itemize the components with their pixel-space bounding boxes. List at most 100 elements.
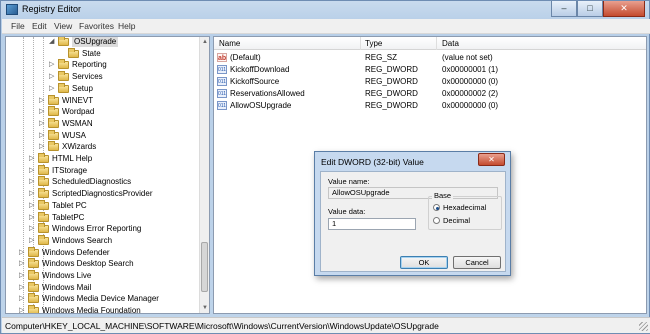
dialog-close-button[interactable]: ✕ <box>478 153 505 166</box>
tree-node[interactable]: ▷ Windows Media Foundation <box>6 305 196 313</box>
tree-node-label[interactable]: Setup <box>72 84 93 94</box>
tree-node-label[interactable]: Windows Live <box>42 271 91 281</box>
tree-node-label[interactable]: ScheduledDiagnostics <box>52 177 131 187</box>
tree-node[interactable]: ▷ Windows Media Device Manager <box>6 293 196 305</box>
tree-node-label[interactable]: XWizards <box>62 142 96 152</box>
collapsed-arrow-icon[interactable]: ▷ <box>49 85 56 93</box>
collapsed-arrow-icon[interactable]: ▷ <box>19 284 26 292</box>
tree-node[interactable]: ▷ ScheduledDiagnostics <box>6 176 196 188</box>
maximize-button[interactable]: □ <box>577 1 603 17</box>
tree-node[interactable]: ▷ HTML Help <box>6 153 196 165</box>
collapsed-arrow-icon[interactable]: ▷ <box>29 237 36 245</box>
tree-node[interactable]: ▷ ITStorage <box>6 164 196 177</box>
collapsed-arrow-icon[interactable]: ▷ <box>39 97 46 105</box>
tree-node[interactable]: ▷ Windows Search <box>6 234 196 247</box>
title-bar[interactable]: Registry Editor – □ ✕ <box>1 1 649 19</box>
tree-node[interactable]: ▷ ScriptedDiagnosticsProvider <box>6 188 196 200</box>
hexadecimal-label[interactable]: Hexadecimal <box>443 203 486 212</box>
menu-favorites[interactable]: Favorites <box>79 21 114 31</box>
value-data-input[interactable]: 1 <box>328 218 416 230</box>
collapsed-arrow-icon[interactable]: ▷ <box>29 225 36 233</box>
collapsed-arrow-icon[interactable]: ▷ <box>39 108 46 116</box>
tree-node-label[interactable]: WINEVT <box>62 96 93 106</box>
tree-vertical-scrollbar[interactable]: ▲ ▼ <box>199 37 209 313</box>
registry-value-row[interactable]: 011 ReservationsAllowed REG_DWORD 0x0000000… <box>214 88 646 100</box>
column-header-data[interactable]: Data <box>442 39 459 48</box>
resize-grip-icon[interactable] <box>639 322 648 331</box>
tree-node-label[interactable]: Windows Error Reporting <box>52 224 141 234</box>
minimize-button[interactable]: – <box>551 1 577 17</box>
column-header-name[interactable]: Name <box>219 39 240 48</box>
column-divider[interactable] <box>436 37 437 50</box>
tree-node-label[interactable]: HTML Help <box>52 154 92 164</box>
scroll-down-arrow-icon[interactable]: ▼ <box>200 303 209 313</box>
tree-node-label[interactable]: Windows Search <box>52 236 112 246</box>
tree-node[interactable]: ▷ WUSA <box>6 129 196 142</box>
tree-node[interactable]: ▷ WINEVT <box>6 94 196 107</box>
collapsed-arrow-icon[interactable]: ▷ <box>39 143 46 151</box>
registry-value-row[interactable]: 011 KickoffSource REG_DWORD 0x00000000 (0) <box>214 76 646 88</box>
tree-node[interactable]: ▷ XWizards <box>6 141 196 153</box>
collapsed-arrow-icon[interactable]: ▷ <box>19 260 26 268</box>
collapsed-arrow-icon[interactable]: ▷ <box>49 61 56 69</box>
tree-node-label[interactable]: ITStorage <box>52 166 87 176</box>
tree-node[interactable]: ▷ Windows Live <box>6 270 196 282</box>
tree-node[interactable]: ▷ Reporting <box>6 59 196 71</box>
collapsed-arrow-icon[interactable]: ▷ <box>39 132 46 140</box>
scroll-up-arrow-icon[interactable]: ▲ <box>200 37 209 47</box>
tree-node-label[interactable]: Windows Mail <box>42 283 91 293</box>
tree-node[interactable]: State <box>6 47 196 60</box>
tree-node[interactable]: ▷ Services <box>6 71 196 83</box>
collapsed-arrow-icon[interactable]: ▷ <box>29 167 36 175</box>
tree-node[interactable]: ◢ OSUpgrade <box>6 37 196 48</box>
collapsed-arrow-icon[interactable]: ▷ <box>49 73 56 81</box>
registry-value-row[interactable]: ab (Default) REG_SZ (value not set) <box>214 52 646 64</box>
ok-button[interactable]: OK <box>400 256 448 269</box>
menu-file[interactable]: File <box>11 21 25 31</box>
collapsed-arrow-icon[interactable]: ▷ <box>29 155 36 163</box>
tree-node[interactable]: ▷ Windows Defender <box>6 246 196 259</box>
menu-help[interactable]: Help <box>118 21 135 31</box>
tree-node-label[interactable]: Windows Media Device Manager <box>42 294 159 304</box>
tree-node[interactable]: ▷ Setup <box>6 82 196 95</box>
tree-node-label[interactable]: Windows Defender <box>42 248 110 258</box>
cancel-button[interactable]: Cancel <box>453 256 501 269</box>
registry-value-row[interactable]: 011 AllowOSUpgrade REG_DWORD 0x00000000 (0) <box>214 100 646 112</box>
scroll-thumb[interactable] <box>201 242 208 292</box>
tree-node[interactable]: ▷ Windows Mail <box>6 281 196 294</box>
expanded-arrow-icon[interactable]: ◢ <box>49 38 56 46</box>
tree-node-label[interactable]: TabletPC <box>52 213 84 223</box>
menu-view[interactable]: View <box>54 21 72 31</box>
collapsed-arrow-icon[interactable]: ▷ <box>29 202 36 210</box>
collapsed-arrow-icon[interactable]: ▷ <box>39 120 46 128</box>
column-divider[interactable] <box>360 37 361 50</box>
registry-key-tree[interactable]: ◢ OSUpgrade State ▷ Reporting ▷ Services ▷ Setup… <box>5 36 210 314</box>
tree-node-label[interactable]: ScriptedDiagnosticsProvider <box>52 189 153 199</box>
collapsed-arrow-icon[interactable]: ▷ <box>19 249 26 257</box>
collapsed-arrow-icon[interactable]: ▷ <box>19 272 26 280</box>
close-button[interactable]: ✕ <box>603 1 645 17</box>
tree-node[interactable]: ▷ TabletPC <box>6 211 196 224</box>
collapsed-arrow-icon[interactable]: ▷ <box>29 190 36 198</box>
tree-node-label[interactable]: Tablet PC <box>52 201 87 211</box>
decimal-radio[interactable] <box>433 217 440 224</box>
hexadecimal-radio[interactable] <box>433 204 440 211</box>
tree-node-label[interactable]: Wordpad <box>62 107 94 117</box>
tree-node-label[interactable]: WSMAN <box>62 119 93 129</box>
registry-value-row[interactable]: 011 KickoffDownload REG_DWORD 0x00000001 (1… <box>214 64 646 76</box>
tree-node-label[interactable]: Services <box>72 72 103 82</box>
collapsed-arrow-icon[interactable]: ▷ <box>19 307 26 313</box>
tree-node[interactable]: ▷ Windows Desktop Search <box>6 258 196 270</box>
tree-node[interactable]: ▷ Wordpad <box>6 106 196 118</box>
tree-node[interactable]: ▷ WSMAN <box>6 117 196 130</box>
tree-node[interactable]: ▷ Windows Error Reporting <box>6 223 196 235</box>
collapsed-arrow-icon[interactable]: ▷ <box>29 214 36 222</box>
decimal-label[interactable]: Decimal <box>443 216 470 225</box>
tree-node[interactable]: ▷ Tablet PC <box>6 199 196 212</box>
menu-edit[interactable]: Edit <box>32 21 47 31</box>
collapsed-arrow-icon[interactable]: ▷ <box>29 178 36 186</box>
column-header-type[interactable]: Type <box>365 39 382 48</box>
collapsed-arrow-icon[interactable]: ▷ <box>19 295 26 303</box>
tree-node-label[interactable]: Windows Desktop Search <box>42 259 134 269</box>
tree-node-label[interactable]: WUSA <box>62 131 86 141</box>
